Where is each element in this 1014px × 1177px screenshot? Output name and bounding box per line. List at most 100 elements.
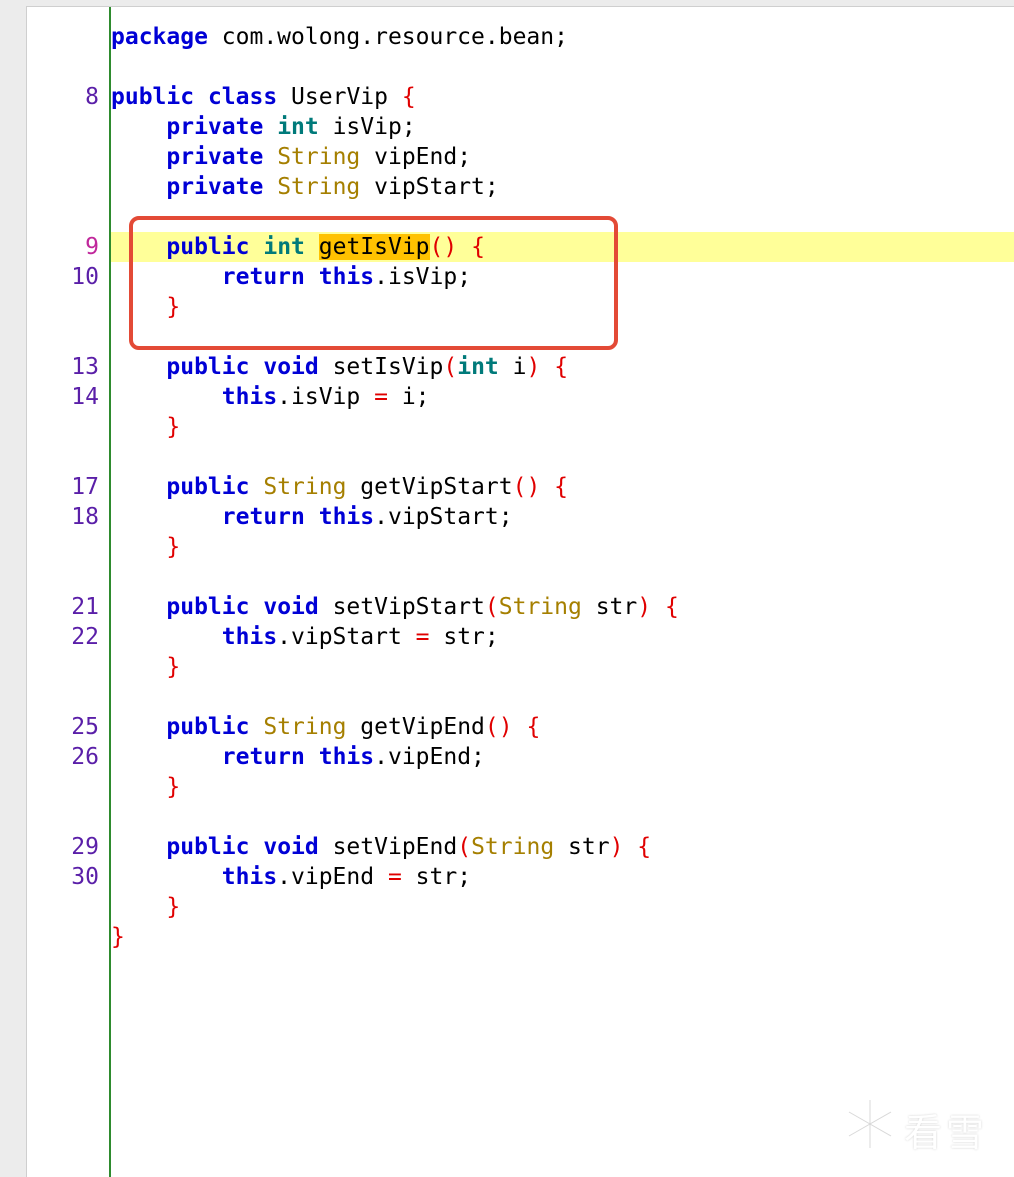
code-text: private String vipEnd;: [111, 142, 471, 172]
code-token: str;: [429, 624, 499, 650]
line-number: 18: [71, 504, 99, 530]
code-line: }: [27, 922, 1014, 952]
code-token: this: [221, 864, 278, 890]
code-token: String: [277, 174, 361, 200]
code-token: i: [498, 354, 527, 380]
code-token: public: [166, 714, 250, 740]
code-token: void: [263, 354, 319, 380]
line-number: 17: [71, 474, 99, 500]
code-token: }: [166, 894, 181, 920]
code-token: {: [401, 84, 416, 110]
code-token: .vipStart: [277, 624, 416, 650]
code-line: 21 public void setVipStart(String str) {: [27, 592, 1014, 622]
code-line: }: [27, 532, 1014, 562]
code-line: 22 this.vipStart = str;: [27, 622, 1014, 652]
code-line: 29 public void setVipEnd(String str) {: [27, 832, 1014, 862]
code-token: {: [526, 714, 541, 740]
code-token: String: [277, 144, 361, 170]
code-token: i;: [387, 384, 430, 410]
code-token: (: [484, 594, 499, 620]
code-token: .vipEnd: [277, 864, 388, 890]
code-token: }: [166, 414, 181, 440]
code-line: }: [27, 892, 1014, 922]
code-text: this.isVip = i;: [111, 382, 430, 412]
code-token: public: [166, 834, 250, 860]
code-token: getVipEnd: [346, 714, 485, 740]
line-number: 22: [71, 624, 99, 650]
code-token: .vipStart;: [374, 504, 513, 530]
code-token: (: [457, 834, 472, 860]
code-token: this: [318, 504, 375, 530]
code-token: UserVip: [277, 84, 402, 110]
code-token: String: [263, 474, 347, 500]
code-line: }: [27, 412, 1014, 442]
code-token: return: [221, 744, 305, 770]
code-line: 13 public void setIsVip(int i) {: [27, 352, 1014, 382]
code-token: =: [374, 384, 388, 410]
line-number: 13: [71, 354, 99, 380]
code-token: int: [277, 114, 319, 140]
code-token: }: [111, 924, 125, 950]
code-token: {: [554, 354, 569, 380]
code-token: str;: [401, 864, 472, 890]
code-text: this.vipStart = str;: [111, 622, 499, 652]
code-text: this.vipEnd = str;: [111, 862, 471, 892]
code-token: ): [637, 594, 652, 620]
code-text: private String vipStart;: [111, 172, 498, 202]
line-number: 30: [71, 864, 99, 890]
code-token: setIsVip: [318, 354, 444, 380]
code-token: private: [166, 174, 264, 200]
code-line: 25 public String getVipEnd() {: [27, 712, 1014, 742]
code-line: 17 public String getVipStart() {: [27, 472, 1014, 502]
code-text: }: [111, 772, 180, 802]
code-token: {: [637, 834, 652, 860]
code-token: return: [221, 504, 305, 530]
code-token: .vipEnd;: [374, 744, 485, 770]
code-token: (: [443, 354, 458, 380]
code-editor[interactable]: package com.wolong.resource.bean; 8 public…: [26, 6, 1014, 1177]
code-token: ): [526, 354, 541, 380]
code-token: String: [498, 594, 582, 620]
code-token: }: [166, 534, 181, 560]
code-token: public: [166, 354, 250, 380]
code-line: }: [27, 772, 1014, 802]
code-line: private String vipStart;: [27, 172, 1014, 202]
code-text: return this.vipStart;: [111, 502, 513, 532]
code-text: private int isVip;: [111, 112, 415, 142]
code-token: (): [484, 714, 513, 740]
code-token: }: [166, 774, 181, 800]
code-token: void: [263, 834, 319, 860]
code-token: getVipStart: [346, 474, 513, 500]
code-line: 26 return this.vipEnd;: [27, 742, 1014, 772]
code-token: com.wolong.resource.bean;: [207, 24, 568, 50]
watermark: 看雪: [844, 1094, 994, 1155]
code-text: public String getVipEnd() {: [111, 712, 540, 742]
code-line: 14 this.isVip = i;: [27, 382, 1014, 412]
code-line: 30 this.vipEnd = str;: [27, 862, 1014, 892]
code-token: setVipEnd: [318, 834, 458, 860]
code-token: private: [166, 144, 264, 170]
code-token: this: [221, 624, 278, 650]
